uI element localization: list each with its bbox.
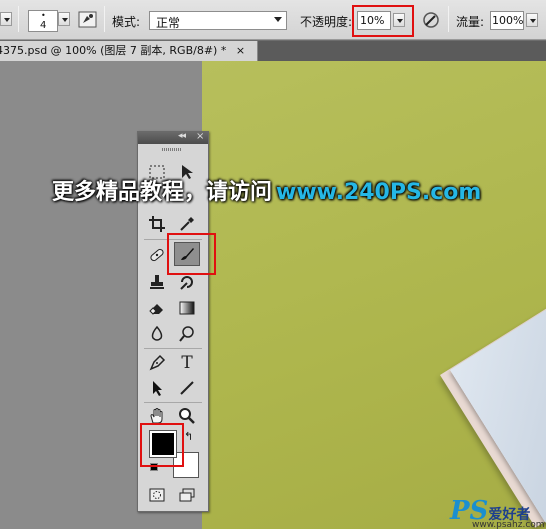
blur-drop-icon: [151, 325, 163, 341]
tool-preset-dropdown[interactable]: [0, 12, 12, 26]
gradient-tool[interactable]: [174, 296, 200, 320]
chevron-down-icon: [274, 17, 282, 22]
type-tool[interactable]: T: [174, 351, 200, 375]
document-tab[interactable]: 4375.psd @ 100% (图层 7 副本, RGB/8#) * ×: [0, 41, 258, 61]
quick-mask-icon: [149, 488, 165, 502]
brush-panel-icon: [78, 11, 97, 28]
brush-tool-highlight: [167, 233, 216, 275]
pressure-opacity-button[interactable]: [421, 10, 441, 30]
swap-colors-icon[interactable]: ↰: [184, 430, 193, 443]
brush-size-picker[interactable]: • 4: [28, 10, 58, 32]
watermark-url: www.240PS.com: [276, 180, 482, 205]
flow-value: 100%: [492, 14, 524, 27]
divider: [144, 348, 202, 349]
document-tab-title: 4375.psd @ 100% (图层 7 副本, RGB/8#) *: [0, 44, 227, 57]
quick-mask-button[interactable]: [144, 483, 170, 507]
line-tool[interactable]: [174, 376, 200, 400]
eraser-icon: [149, 304, 163, 315]
close-icon[interactable]: ×: [196, 131, 204, 142]
tools-panel-header[interactable]: ◂◂ ×: [138, 131, 208, 144]
flow-label: 流量:: [456, 15, 485, 29]
panel-grip[interactable]: [162, 148, 182, 151]
opacity-dropdown[interactable]: [393, 13, 405, 27]
pen-tool[interactable]: [144, 351, 170, 375]
collapse-icon[interactable]: ◂◂: [178, 131, 186, 141]
blend-mode-value: 正常: [156, 16, 181, 30]
dodge-tool[interactable]: [174, 322, 200, 346]
flow-input[interactable]: 100%: [490, 11, 524, 30]
brush-panel-toggle[interactable]: [78, 10, 98, 30]
opacity-label: 不透明度:: [300, 15, 353, 29]
site-logo: PS爱好者 www.psahz.com: [450, 496, 545, 529]
arrow-select-icon: [153, 381, 162, 396]
watermark-banner: 更多精品教程，请访问 www.240PS.com: [52, 174, 481, 206]
divider: [144, 402, 202, 403]
divider: [18, 6, 19, 32]
close-icon[interactable]: ×: [236, 44, 245, 57]
bandage-icon: [150, 248, 164, 262]
blur-tool[interactable]: [144, 322, 170, 346]
divider: [104, 6, 105, 32]
logo-site: www.psahz.com: [472, 520, 545, 529]
flow-dropdown[interactable]: [526, 13, 538, 27]
line-icon: [180, 381, 194, 395]
airbrush-icon: [423, 12, 439, 28]
brush-size-value: 4: [40, 20, 47, 31]
foreground-color-highlight: [140, 423, 184, 467]
brush-dot-icon: •: [41, 11, 46, 20]
options-bar: • 4 模式: 正常 不透明度: 10% 流量: 100%: [0, 0, 546, 40]
gradient-icon: [179, 301, 195, 315]
document-tab-bar: 4375.psd @ 100% (图层 7 副本, RGB/8#) * ×: [0, 41, 546, 61]
pen-icon: [149, 354, 166, 371]
watermark-text: 更多精品教程，请访问: [52, 180, 273, 205]
type-icon: T: [181, 353, 193, 373]
blend-mode-select[interactable]: 正常: [149, 11, 287, 30]
crop-icon: [149, 216, 165, 232]
divider: [448, 6, 449, 32]
mode-label: 模式:: [112, 15, 141, 29]
brush-size-dropdown[interactable]: [58, 12, 70, 26]
opacity-value: 10%: [360, 14, 385, 27]
screen-mode-icon: [179, 488, 195, 502]
opacity-input[interactable]: 10%: [357, 11, 391, 30]
eyedropper-icon: [180, 217, 194, 231]
history-brush-icon: [180, 276, 193, 290]
eraser-tool[interactable]: [144, 296, 170, 320]
path-selection-tool[interactable]: [144, 376, 170, 400]
stamp-icon: [150, 275, 164, 289]
screen-mode-button[interactable]: [174, 483, 200, 507]
dodge-icon: [179, 326, 194, 342]
